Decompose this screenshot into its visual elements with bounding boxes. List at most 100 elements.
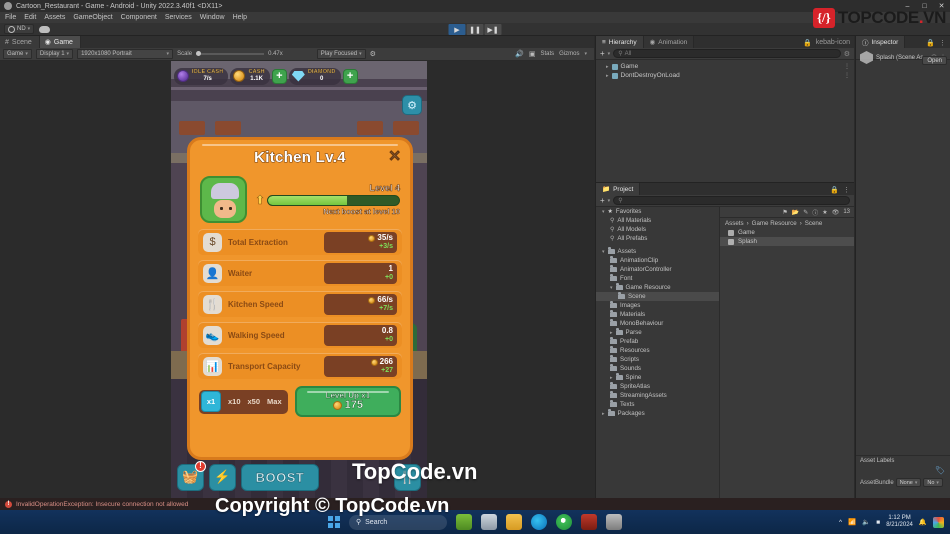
game-target-dropdown[interactable]: Game ▾	[3, 49, 32, 59]
tab-project[interactable]: 📁 Project	[596, 183, 641, 195]
add-asset-button[interactable]: +	[600, 196, 605, 205]
assetbundle-variant-dropdown[interactable]: No ▾	[923, 478, 943, 487]
tab-game[interactable]: ◉ Game	[39, 36, 81, 48]
chevron-down-icon[interactable]: ▾	[610, 285, 613, 291]
unity-icon[interactable]	[606, 514, 622, 530]
stat-row-total-extraction[interactable]: $ Total Extraction 35/s +3/s	[198, 229, 402, 255]
menu-item-file[interactable]: File	[5, 14, 16, 21]
stat-row-transport-capacity[interactable]: 📊 Transport Capacity 266 +27	[198, 353, 402, 379]
resolution-dropdown[interactable]: 1920x1080 Portrait ▾	[77, 49, 174, 59]
project-tree-item-sounds[interactable]: Sounds	[596, 364, 719, 373]
stats-button[interactable]: Stats	[540, 51, 554, 57]
project-tree-item-spriteatlas[interactable]: SpriteAtlas	[596, 382, 719, 391]
project-tree-item-packages[interactable]: ▸ Packages	[596, 409, 719, 418]
tab-animation[interactable]: ◉ Animation	[643, 36, 695, 48]
taskbar-clock[interactable]: 1:12 PM 8/21/2024	[886, 515, 913, 529]
project-tree-item-scripts[interactable]: Scripts	[596, 355, 719, 364]
hud-idle-cash[interactable]: IDLE CASH 7/s	[174, 67, 229, 85]
chevron-up-icon[interactable]: ^	[839, 519, 842, 526]
kebab-icon[interactable]: ⋮	[844, 72, 850, 79]
add-gameobject-button[interactable]: +	[600, 49, 605, 58]
mute-icon[interactable]: 🔊	[515, 50, 524, 58]
kebab-icon[interactable]: kebab-icon	[816, 39, 850, 47]
app-red-icon[interactable]	[581, 514, 597, 530]
stat-row-walking-speed[interactable]: 👟 Walking Speed 0.8 +0	[198, 322, 402, 348]
inventory-button[interactable]: 🧺 !	[177, 460, 206, 491]
scale-slider[interactable]	[196, 51, 265, 56]
save-search-icon[interactable]: ⚑	[782, 209, 787, 216]
hud-diamond[interactable]: DIAMOND 0	[288, 67, 341, 85]
project-tree-item-scene[interactable]: Scene	[596, 292, 719, 301]
pause-button[interactable]: ❚❚	[466, 24, 484, 35]
project-tree-item-animatorcontroller[interactable]: AnimatorController	[596, 265, 719, 274]
add-cash-button[interactable]: +	[271, 68, 287, 84]
chevron-right-icon[interactable]: ▸	[606, 64, 609, 70]
multiplier-x50[interactable]: x50	[248, 397, 261, 406]
chevron-right-icon[interactable]: ▸	[602, 411, 605, 417]
project-tree-item-materials[interactable]: Materials	[596, 310, 719, 319]
hierarchy-search-input[interactable]: ⚲ All	[613, 49, 841, 58]
project-tree-item-resources[interactable]: Resources	[596, 346, 719, 355]
multiplier-x1[interactable]: x1	[201, 391, 221, 412]
hierarchy-item-game[interactable]: ▸ Game ⋮	[596, 62, 854, 71]
bell-icon[interactable]: 🔔	[919, 518, 927, 526]
asset-item-splash[interactable]: Splash	[720, 237, 854, 246]
favorite-icon[interactable]: ★	[822, 209, 827, 216]
menu-item-assets[interactable]: Assets	[44, 14, 65, 21]
menu-item-gameobject[interactable]: GameObject	[73, 14, 112, 21]
gizmos-button[interactable]: Gizmos	[559, 51, 579, 57]
open-button[interactable]: Open	[922, 56, 947, 65]
new-folder-icon[interactable]: 📂	[792, 209, 799, 216]
energy-button[interactable]: ⚡	[209, 463, 236, 491]
project-tree-item-streamingassets[interactable]: StreamingAssets	[596, 391, 719, 400]
game-settings-button[interactable]: ⚙	[402, 95, 422, 115]
menu-item-window[interactable]: Window	[200, 14, 225, 21]
project-tree-item-favorites[interactable]: ▾ ★ Favorites	[596, 207, 719, 216]
project-tree-item-spine[interactable]: ▸ Spine	[596, 373, 719, 382]
search-settings-icon[interactable]: ⚙	[844, 50, 850, 58]
visibility-icon[interactable]: 👁	[832, 209, 840, 216]
help-icon[interactable]: ⓘ	[812, 208, 818, 217]
hierarchy-item-dontdestroyonload[interactable]: ▸ DontDestroyOnLoad ⋮	[596, 71, 854, 80]
project-tree-item-parse[interactable]: ▸ Parse	[596, 328, 719, 337]
chrome-icon[interactable]	[556, 514, 572, 530]
hud-cash[interactable]: CASH 1.1K	[230, 67, 270, 85]
aspect-icon[interactable]: ▣	[529, 50, 536, 58]
breadcrumb-scene[interactable]: Scene	[805, 220, 823, 227]
pick-icon[interactable]: ✎	[803, 209, 808, 216]
scale-slider-knob[interactable]	[196, 51, 202, 56]
menu-item-component[interactable]: Component	[121, 14, 157, 21]
close-icon[interactable]: ✕	[388, 149, 401, 165]
stat-row-kitchen-speed[interactable]: 🍴 Kitchen Speed 66/s +7/s	[198, 291, 402, 317]
assetbundle-dropdown[interactable]: None ▾	[895, 478, 922, 487]
chevron-down-icon[interactable]: ▾	[602, 249, 605, 255]
project-tree-item-game-resource[interactable]: ▾ Game Resource	[596, 283, 719, 292]
display-dropdown[interactable]: Display 1 ▾	[35, 49, 74, 59]
multiplier-x10[interactable]: x10	[228, 397, 241, 406]
kebab-icon[interactable]: ⋮	[843, 186, 850, 194]
project-tree-item-assets[interactable]: ▾ Assets	[596, 247, 719, 256]
file-explorer-icon[interactable]	[481, 514, 497, 530]
project-tree-item-texts[interactable]: Texts	[596, 400, 719, 409]
add-diamond-button[interactable]: +	[342, 68, 358, 84]
folder-icon[interactable]	[506, 514, 522, 530]
kebab-icon[interactable]: ⋮	[844, 63, 850, 70]
play-button[interactable]: ▶	[448, 24, 466, 35]
game-render-surface[interactable]: IDLE CASH 7/s CASH 1.1K + DIAMOND 0 + ⚙ …	[0, 61, 594, 498]
tab-inspector[interactable]: ⓘ Inspector	[856, 36, 906, 48]
chevron-down-icon[interactable]: ▾	[602, 209, 605, 215]
cloud-icon[interactable]	[39, 25, 51, 33]
lock-icon[interactable]: 🔒	[926, 39, 935, 47]
boost-button[interactable]: BOOST	[241, 463, 319, 491]
breadcrumb-assets[interactable]: Assets	[725, 220, 744, 227]
play-mode-dropdown[interactable]: Play Focused ▾	[316, 49, 366, 59]
menu-item-services[interactable]: Services	[165, 14, 192, 21]
status-bar[interactable]: ! InvalidOperationException: Insecure co…	[0, 498, 950, 510]
gear-icon[interactable]: ⚙	[370, 50, 376, 58]
account-dropdown[interactable]: ND ▾	[4, 24, 35, 34]
lock-icon[interactable]: 🔒	[830, 186, 839, 194]
project-tree-item-prefab[interactable]: Prefab	[596, 337, 719, 346]
tag-icon[interactable]: 🏷	[935, 466, 945, 475]
project-tree-item-all-prefabs[interactable]: ⚲ All Prefabs	[596, 234, 719, 243]
level-up-button[interactable]: Level Up x1 175	[294, 386, 401, 417]
